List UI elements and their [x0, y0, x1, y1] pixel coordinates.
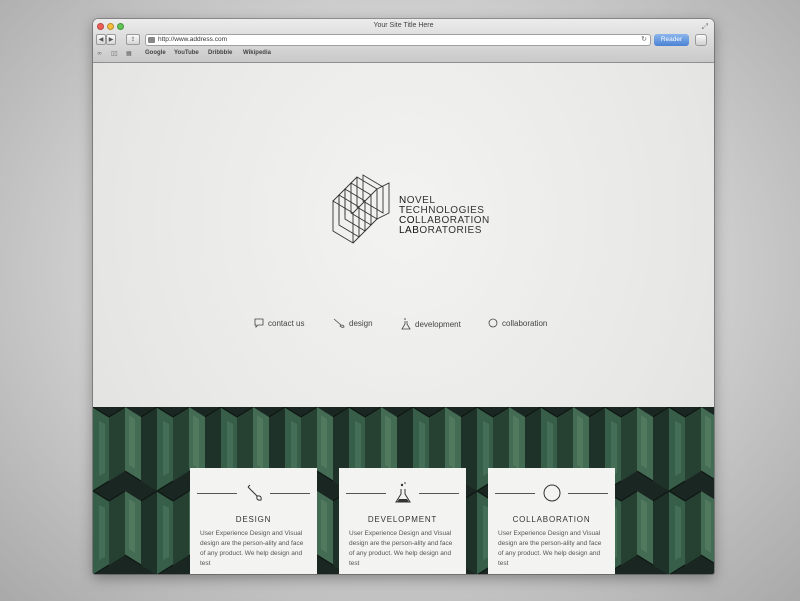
bookmarks-book-icon[interactable]: ▯▯ — [111, 50, 118, 57]
browser-window: Your Site Title Here ⤢ ◀ ▶ ⇪ http://www.… — [93, 19, 714, 574]
nav-label: collaboration — [502, 318, 548, 328]
bookmark-google[interactable]: Google — [145, 50, 166, 56]
nav-label: contact us — [268, 318, 305, 328]
service-card-design[interactable]: DESIGN User Experience Design and Visual… — [190, 468, 317, 574]
card-text: User Experience Design and Visual design… — [200, 530, 304, 567]
main-nav: contact us design development collaborat… — [93, 318, 714, 332]
nav-contact-us[interactable]: contact us — [254, 318, 304, 328]
nav-design[interactable]: design — [333, 318, 373, 328]
downloads-button[interactable] — [695, 34, 707, 46]
brush-icon — [247, 484, 262, 501]
nav-development[interactable]: development — [401, 318, 461, 330]
nav-label: design — [349, 318, 373, 328]
speech-bubble-icon — [254, 318, 264, 328]
compass-icon — [488, 318, 498, 328]
window-title: Your Site Title Here — [373, 22, 434, 29]
reload-icon[interactable]: ↻ — [641, 35, 647, 43]
nav-label: development — [415, 319, 461, 329]
card-title: DESIGN — [235, 515, 272, 524]
page-content: NOVEL TECHNOLOGIES COLLABORATION LABORAT… — [93, 63, 714, 574]
card-text: User Experience Design and Visual design… — [498, 530, 602, 567]
nav-collaboration[interactable]: collaboration — [488, 318, 547, 328]
share-button[interactable]: ⇪ — [126, 34, 140, 45]
address-url: http://www.address.com — [158, 36, 227, 43]
bookmark-wikipedia[interactable]: Wikipedia — [243, 50, 271, 56]
card-divider — [419, 493, 459, 494]
card-text: User Experience Design and Visual design… — [349, 530, 453, 567]
top-sites-icon[interactable]: ▦ — [126, 50, 132, 57]
flask-icon — [401, 318, 411, 330]
fullscreen-icon[interactable]: ⤢ — [702, 22, 708, 32]
tile-pattern-section: DESIGN User Experience Design and Visual… — [93, 407, 714, 574]
card-title: COLLABORATION — [512, 515, 591, 524]
brush-icon — [333, 318, 345, 328]
card-divider — [495, 493, 535, 494]
browser-toolbar: ◀ ▶ ⇪ http://www.address.com ↻ Reader — [93, 33, 714, 47]
card-title: DEVELOPMENT — [367, 515, 438, 524]
flask-icon — [394, 482, 411, 503]
favicon-icon — [148, 37, 155, 43]
reading-list-icon[interactable]: ∞ — [97, 50, 102, 57]
logo-wordmark: NOVEL TECHNOLOGIES COLLABORATION LABORAT… — [399, 196, 490, 236]
address-bar[interactable]: http://www.address.com ↻ — [145, 34, 651, 46]
reader-button[interactable]: Reader — [654, 34, 689, 46]
card-divider — [568, 493, 608, 494]
browser-chrome: Your Site Title Here ⤢ ◀ ▶ ⇪ http://www.… — [93, 19, 714, 63]
bookmarks-bar: ∞ ▯▯ ▦ Google YouTube Dribbble Wikipedia — [93, 48, 714, 60]
forward-button[interactable]: ▶ — [106, 34, 116, 45]
service-card-collaboration[interactable]: COLLABORATION User Experience Design and… — [488, 468, 615, 574]
card-divider — [270, 493, 310, 494]
card-divider — [346, 493, 386, 494]
compass-icon — [543, 484, 560, 502]
bookmark-dribbble[interactable]: Dribbble — [208, 50, 232, 56]
bookmark-youtube[interactable]: YouTube — [174, 50, 199, 56]
back-button[interactable]: ◀ — [96, 34, 106, 45]
service-card-development[interactable]: DEVELOPMENT User Experience Design and V… — [339, 468, 466, 574]
logo-line: LABORATORIES — [399, 225, 482, 236]
card-divider — [197, 493, 237, 494]
ntcl-logo-icon — [332, 174, 390, 244]
